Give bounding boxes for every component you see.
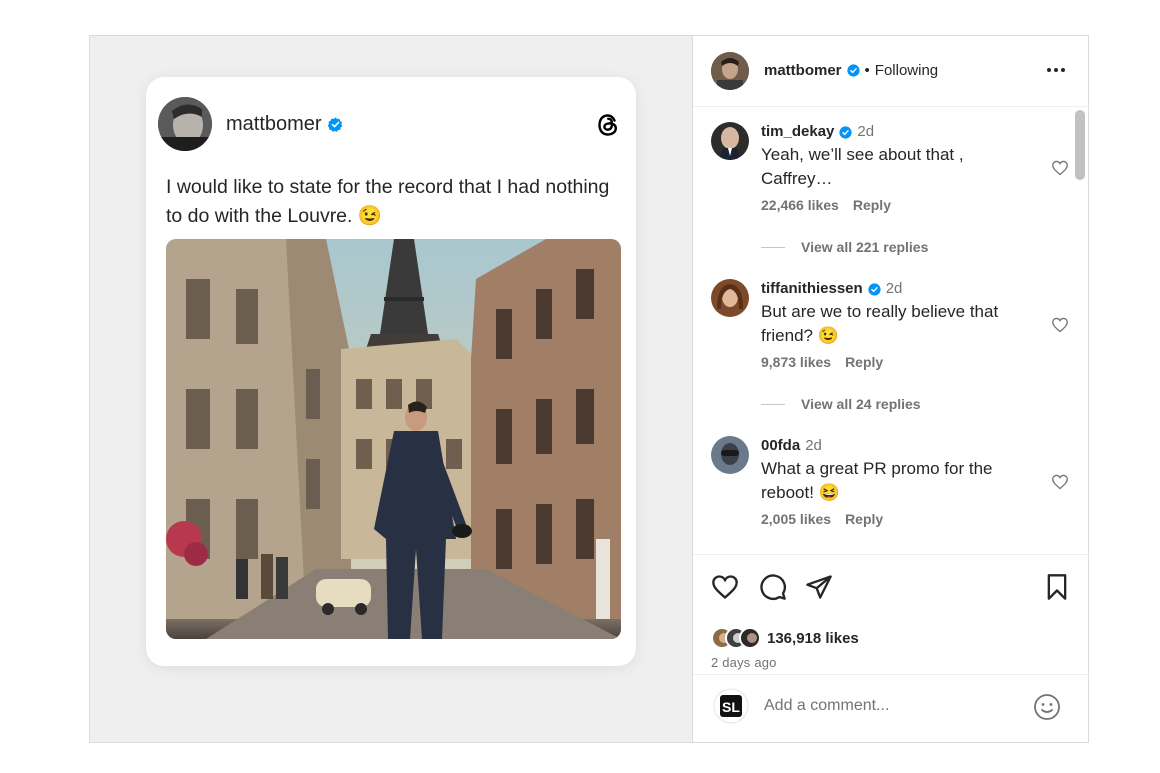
reply-button[interactable]: Reply [845,511,883,527]
heart-icon[interactable] [711,573,739,601]
verified-badge-icon [327,117,342,132]
share-icon[interactable] [805,573,833,601]
post-time: 2 days ago [711,655,777,670]
reply-button[interactable]: Reply [845,354,883,370]
comment-text: Yeah, we’ll see about that , Caffrey… [761,145,964,188]
threads-post-card: mattbomer I would like to state for the … [146,77,636,666]
header-username[interactable]: mattbomer [764,62,842,79]
view-replies-button[interactable]: View all 24 replies [761,396,921,412]
post-username[interactable]: mattbomer [226,113,343,136]
comment-user: tim_dekay 2d [761,122,1031,142]
view-replies-label: View all 24 replies [801,396,921,412]
comment-likes[interactable]: 9,873 likes [761,354,831,370]
comment-icon[interactable] [759,573,787,601]
reply-button[interactable]: Reply [853,197,891,213]
view-replies-label: View all 221 replies [801,239,929,255]
comment-body: tim_dekay 2d Yeah, we’ll see about that … [761,122,1031,213]
post-media-pane: mattbomer I would like to state for the … [90,36,692,742]
comment-likes[interactable]: 2,005 likes [761,511,831,527]
header-user: mattbomer • Following [764,62,938,79]
avatar[interactable] [711,436,749,474]
separator-dot: • [864,62,870,79]
comment-username[interactable]: tiffanithiessen [761,279,863,299]
emoji-icon[interactable] [1033,693,1061,721]
more-options-icon[interactable] [1045,63,1067,77]
comments-list: tim_dekay 2d Yeah, we’ll see about that … [693,108,1089,554]
avatar[interactable] [711,122,749,160]
comment-username[interactable]: tim_dekay [761,122,834,142]
comment-body: 00fda 2d What a great PR promo for the r… [761,436,1031,527]
comment-likes[interactable]: 22,466 likes [761,197,839,213]
comment-composer: SL [693,674,1089,742]
comment-time: 2d [857,123,875,140]
post-header: mattbomer • Following [693,36,1089,107]
comment-time: 2d [885,280,903,297]
comment-time: 2d [805,437,822,454]
comment-user: tiffanithiessen 2d [761,279,1031,299]
heart-icon[interactable] [1051,160,1069,176]
post-actions: 136,918 likes 2 days ago [693,554,1089,674]
scrollbar-thumb[interactable] [1075,110,1085,180]
comment-meta: 22,466 likes Reply [761,197,1031,213]
likes-count[interactable]: 136,918 likes [767,630,859,647]
post-text: I would like to state for the record tha… [166,176,610,227]
liker-avatar [739,627,761,649]
likes-row: 136,918 likes [711,627,859,649]
username-text: mattbomer [226,113,322,135]
avatar [158,97,212,151]
verified-badge-icon [868,282,881,296]
threads-icon[interactable] [594,111,622,139]
divider [761,403,785,405]
comment-text: But are we to really believe that friend… [761,302,999,345]
heart-icon[interactable] [1051,317,1069,333]
comment-meta: 9,873 likes Reply [761,354,1031,370]
verified-badge-icon [839,125,852,139]
comments-sidebar: mattbomer • Following tim_dekay 2d Yeah,… [692,36,1089,742]
comment-user: 00fda 2d [761,436,1031,456]
heart-icon[interactable] [1051,474,1069,490]
post-modal: mattbomer I would like to state for the … [89,35,1089,743]
post-photo [166,239,621,639]
bookmark-icon[interactable] [1043,573,1071,601]
comment-body: tiffanithiessen 2d But are we to really … [761,279,1031,370]
comment-text: What a great PR promo for the reboot! 😆 [761,459,993,502]
view-replies-button[interactable]: View all 221 replies [761,239,928,255]
logo-text: SL [722,699,740,715]
avatar[interactable] [711,279,749,317]
add-comment-input[interactable] [764,697,1014,715]
following-button[interactable]: Following [875,62,938,79]
avatar[interactable] [711,52,749,90]
verified-badge-icon [846,64,860,77]
user-avatar-logo: SL [713,688,749,724]
comment-username[interactable]: 00fda [761,436,800,456]
divider [761,246,785,248]
comment-meta: 2,005 likes Reply [761,511,1031,527]
